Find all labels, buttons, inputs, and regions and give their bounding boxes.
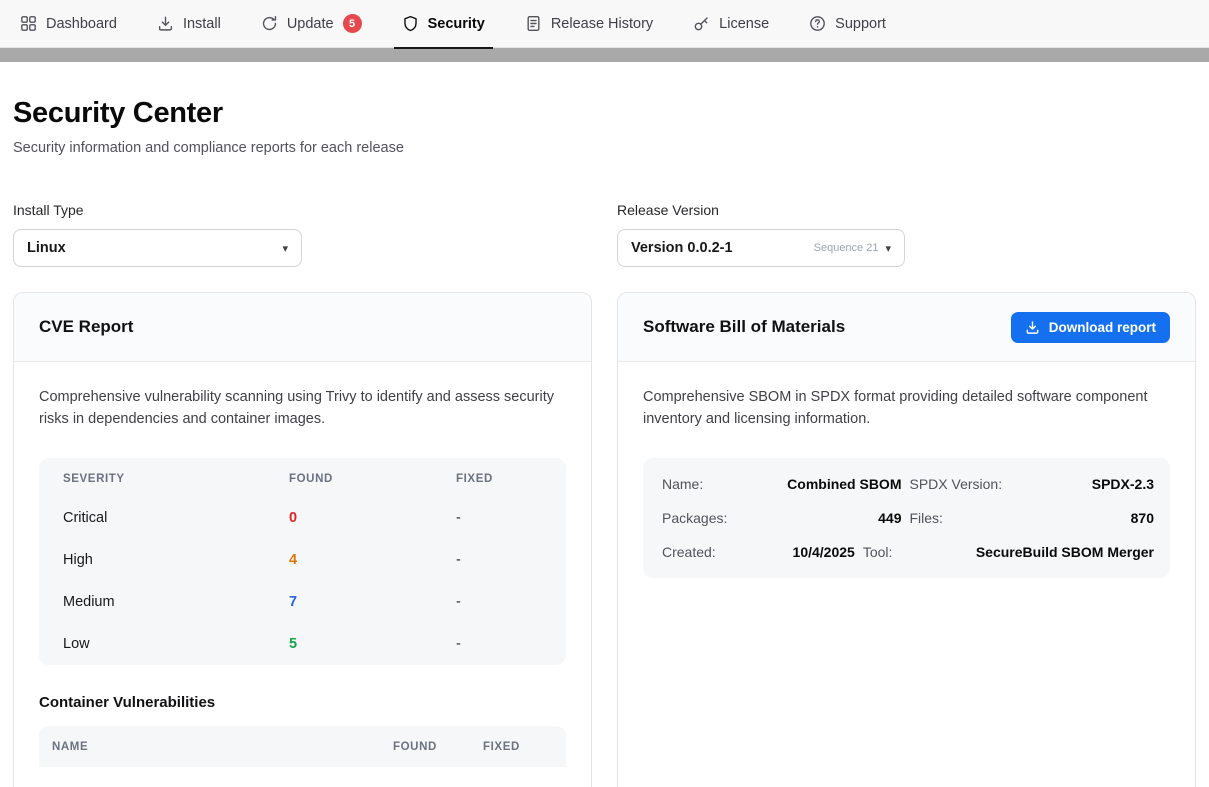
main-content: Security Center Security information and… bbox=[0, 97, 1209, 787]
page-subtitle: Security information and compliance repo… bbox=[13, 140, 1196, 156]
container-table-header: NAME FOUND FIXED bbox=[39, 726, 566, 767]
support-icon bbox=[809, 15, 826, 32]
nav-item-license[interactable]: License bbox=[685, 0, 777, 48]
table-row: High 4 - bbox=[39, 539, 566, 581]
nav-label: Support bbox=[835, 16, 886, 32]
severity-table: SEVERITY FOUND FIXED Critical 0 - High 4… bbox=[39, 458, 566, 665]
install-icon bbox=[157, 15, 174, 32]
severity-table-header: SEVERITY FOUND FIXED bbox=[39, 458, 566, 497]
severity-found: 4 bbox=[289, 552, 456, 568]
sbom-header: Software Bill of Materials Download repo… bbox=[618, 293, 1195, 362]
sbom-card: Software Bill of Materials Download repo… bbox=[617, 292, 1196, 787]
severity-found: 7 bbox=[289, 594, 456, 610]
cve-report-description: Comprehensive vulnerability scanning usi… bbox=[39, 387, 566, 431]
release-version-filter: Release Version Version 0.0.2-1 Sequence… bbox=[617, 202, 1196, 267]
install-type-label: Install Type bbox=[13, 202, 592, 218]
nav-label: Install bbox=[183, 16, 221, 32]
table-row: Packages: 449 Files: 870 bbox=[662, 501, 1154, 535]
release-version-meta-group: Sequence 21 ▾ bbox=[814, 242, 891, 255]
col-severity: SEVERITY bbox=[63, 473, 289, 485]
install-type-select[interactable]: Linux ▾ bbox=[13, 229, 302, 267]
sbom-created-label: Created: bbox=[662, 544, 762, 560]
severity-fixed: - bbox=[456, 510, 542, 526]
chevron-down-icon: ▾ bbox=[282, 242, 288, 255]
sbom-body: Comprehensive SBOM in SPDX format provid… bbox=[618, 362, 1195, 603]
col-found: FOUND bbox=[393, 741, 483, 753]
severity-found: 5 bbox=[289, 636, 456, 652]
release-version-label: Release Version bbox=[617, 202, 1196, 218]
nav-item-release-history[interactable]: Release History bbox=[517, 0, 661, 48]
table-row: Low 5 - bbox=[39, 623, 566, 665]
nav-label: Security bbox=[428, 16, 485, 32]
table-row: Critical 0 - bbox=[39, 497, 566, 539]
sbom-tool-label: Tool: bbox=[863, 544, 968, 560]
col-fixed: FIXED bbox=[483, 741, 553, 753]
release-version-value: Version 0.0.2-1 bbox=[631, 240, 733, 256]
install-type-filter: Install Type Linux ▾ bbox=[13, 202, 592, 267]
nav-item-update[interactable]: Update 5 bbox=[253, 0, 370, 48]
nav-label: Dashboard bbox=[46, 16, 117, 32]
severity-fixed: - bbox=[456, 594, 542, 610]
sbom-packages-value: 449 bbox=[770, 510, 902, 526]
col-name: NAME bbox=[52, 741, 393, 753]
nav-item-support[interactable]: Support bbox=[801, 0, 894, 48]
severity-name: Low bbox=[63, 636, 289, 652]
license-icon bbox=[693, 15, 710, 32]
nav-item-install[interactable]: Install bbox=[149, 0, 229, 48]
table-row: Medium 7 - bbox=[39, 581, 566, 623]
download-icon bbox=[1025, 320, 1040, 335]
nav-item-security[interactable]: Security bbox=[394, 0, 493, 48]
install-type-value: Linux bbox=[27, 240, 66, 256]
release-version-sequence: Sequence 21 bbox=[814, 242, 879, 254]
release-version-select[interactable]: Version 0.0.2-1 Sequence 21 ▾ bbox=[617, 229, 905, 267]
nav-label: Update bbox=[287, 16, 334, 32]
container-vulnerabilities-table: NAME FOUND FIXED bbox=[39, 726, 566, 767]
sbom-packages-label: Packages: bbox=[662, 510, 762, 526]
container-vulnerabilities-title: Container Vulnerabilities bbox=[39, 694, 566, 711]
nav-label: Release History bbox=[551, 16, 653, 32]
severity-fixed: - bbox=[456, 636, 542, 652]
sbom-name-label: Name: bbox=[662, 476, 762, 492]
filters-row: Install Type Linux ▾ Release Version Ver… bbox=[13, 202, 1196, 267]
update-count-badge: 5 bbox=[343, 14, 362, 33]
cve-report-header: CVE Report bbox=[14, 293, 591, 362]
top-nav: Dashboard Install Update 5 Security Rele… bbox=[0, 0, 1209, 48]
download-report-label: Download report bbox=[1049, 320, 1156, 335]
scroll-indicator-band bbox=[0, 48, 1209, 62]
sbom-title: Software Bill of Materials bbox=[643, 317, 845, 337]
sbom-spdx-label: SPDX Version: bbox=[910, 476, 1015, 492]
severity-name: Critical bbox=[63, 510, 289, 526]
nav-label: License bbox=[719, 16, 769, 32]
sbom-details-grid: Name: Combined SBOM SPDX Version: SPDX-2… bbox=[643, 458, 1170, 578]
sbom-name-value: Combined SBOM bbox=[770, 476, 902, 492]
chevron-down-icon: ▾ bbox=[885, 242, 891, 255]
sbom-tool-value: SecureBuild SBOM Merger bbox=[976, 544, 1154, 560]
cve-report-body: Comprehensive vulnerability scanning usi… bbox=[14, 362, 591, 787]
table-row: Name: Combined SBOM SPDX Version: SPDX-2… bbox=[662, 467, 1154, 501]
dashboard-icon bbox=[20, 15, 37, 32]
sbom-files-label: Files: bbox=[910, 510, 1015, 526]
nav-item-dashboard[interactable]: Dashboard bbox=[12, 0, 125, 48]
update-icon bbox=[261, 15, 278, 32]
col-found: FOUND bbox=[289, 473, 456, 485]
severity-name: High bbox=[63, 552, 289, 568]
download-report-button[interactable]: Download report bbox=[1011, 312, 1170, 343]
sbom-spdx-value: SPDX-2.3 bbox=[1023, 476, 1155, 492]
security-icon bbox=[402, 15, 419, 32]
severity-fixed: - bbox=[456, 552, 542, 568]
sbom-description: Comprehensive SBOM in SPDX format provid… bbox=[643, 387, 1170, 431]
release-history-icon bbox=[525, 15, 542, 32]
cve-report-card: CVE Report Comprehensive vulnerability s… bbox=[13, 292, 592, 787]
severity-found: 0 bbox=[289, 510, 456, 526]
table-row: Created: 10/4/2025 Tool: SecureBuild SBO… bbox=[662, 535, 1154, 569]
cards-row: CVE Report Comprehensive vulnerability s… bbox=[13, 292, 1196, 787]
col-fixed: FIXED bbox=[456, 473, 542, 485]
cve-report-title: CVE Report bbox=[39, 317, 133, 337]
page-title: Security Center bbox=[13, 97, 1196, 130]
sbom-created-value: 10/4/2025 bbox=[770, 544, 855, 560]
severity-name: Medium bbox=[63, 594, 289, 610]
sbom-files-value: 870 bbox=[1023, 510, 1155, 526]
